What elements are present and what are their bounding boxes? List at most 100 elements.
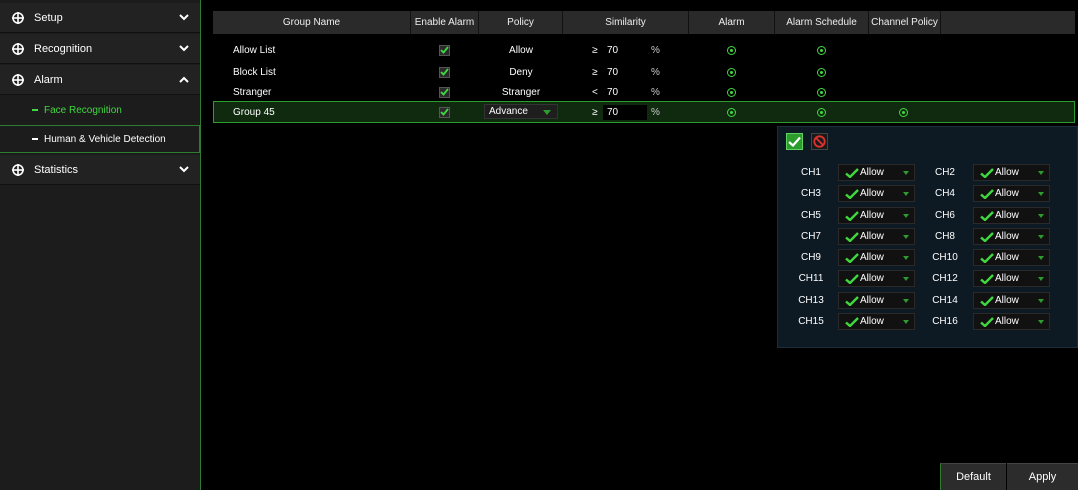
checkmark-icon xyxy=(980,167,994,178)
channel-label: CH3 xyxy=(800,188,821,199)
channel-policy-select[interactable]: Allow xyxy=(838,270,915,287)
channel-policy-select[interactable]: Allow xyxy=(973,249,1050,266)
alarm-settings-icon[interactable] xyxy=(727,67,736,77)
similarity-input[interactable]: 70 xyxy=(603,104,647,120)
column-header-group-name: Group Name xyxy=(213,11,411,34)
dropdown-arrow-icon xyxy=(1038,235,1044,239)
schedule-settings-icon[interactable] xyxy=(817,107,826,117)
channel-policy-value: Allow xyxy=(860,210,884,221)
dropdown-arrow-icon xyxy=(903,235,909,239)
dropdown-arrow-icon xyxy=(1038,192,1044,196)
similarity-operator: < xyxy=(592,86,598,98)
deny-all-button[interactable] xyxy=(811,133,828,150)
channel-policy-select[interactable]: Allow xyxy=(973,292,1050,309)
channel-policy-select[interactable]: Allow xyxy=(838,249,915,266)
table-row[interactable]: Stranger Stranger < 70 % xyxy=(213,82,1075,102)
group-name: Block List xyxy=(233,66,276,78)
alarm-settings-icon[interactable] xyxy=(727,87,736,97)
table-row-selected[interactable]: Group 45 Advance ≥ 70 % xyxy=(213,101,1075,123)
sidebar-item-setup[interactable]: Setup xyxy=(0,3,200,33)
table-header: Group Name Enable Alarm Policy Similarit… xyxy=(213,11,1075,34)
checkmark-icon xyxy=(980,188,994,199)
channel-policy-value: Allow xyxy=(995,273,1019,284)
channel-policy-select[interactable]: Allow xyxy=(973,207,1050,224)
enable-alarm-checkbox[interactable] xyxy=(439,66,450,78)
similarity-input[interactable]: 70 xyxy=(603,84,647,100)
chevron-down-icon xyxy=(178,165,190,175)
schedule-settings-icon[interactable] xyxy=(817,45,826,55)
channel-policy-value: Allow xyxy=(995,188,1019,199)
enable-alarm-checkbox[interactable] xyxy=(439,106,450,118)
group-name: Allow List xyxy=(233,44,276,56)
policy-select-value: Advance xyxy=(489,106,528,117)
channel-policy-settings-icon[interactable] xyxy=(899,107,908,117)
channel-policy-select[interactable]: Allow xyxy=(973,185,1050,202)
sidebar-item-alarm[interactable]: Alarm xyxy=(0,65,200,95)
dropdown-arrow-icon xyxy=(1038,277,1044,281)
sidebar-item-statistics[interactable]: Statistics xyxy=(0,155,200,185)
channel-policy-select[interactable]: Allow xyxy=(838,228,915,245)
sidebar-subitem-human-vehicle[interactable]: Human & Vehicle Detection xyxy=(0,125,200,153)
dropdown-arrow-icon xyxy=(903,192,909,196)
channel-policy-select[interactable]: Allow xyxy=(838,313,915,330)
group-name: Stranger xyxy=(233,86,272,98)
channel-policy-select[interactable]: Allow xyxy=(973,228,1050,245)
checkmark-icon xyxy=(440,46,449,54)
crosshair-icon xyxy=(12,42,24,55)
alarm-settings-icon[interactable] xyxy=(727,107,736,117)
enable-alarm-checkbox[interactable] xyxy=(439,44,450,56)
alarm-settings-icon[interactable] xyxy=(727,45,736,55)
dash-icon xyxy=(32,109,38,111)
channel-policy-value: Allow xyxy=(860,273,884,284)
schedule-cell xyxy=(817,82,826,102)
chevron-down-icon xyxy=(178,44,190,54)
dropdown-arrow-icon xyxy=(903,299,909,303)
channel-policy-value: Allow xyxy=(860,295,884,306)
alarm-cell xyxy=(727,82,736,102)
dropdown-arrow-icon xyxy=(903,277,909,281)
enable-alarm-cell xyxy=(439,40,450,60)
checkmark-icon xyxy=(980,316,994,327)
alarm-cell xyxy=(727,62,736,82)
schedule-settings-icon[interactable] xyxy=(817,67,826,77)
enable-alarm-cell xyxy=(439,102,450,122)
channel-label: CH12 xyxy=(932,273,958,284)
channel-policy-value: Allow xyxy=(860,316,884,327)
default-button[interactable]: Default xyxy=(940,463,1006,490)
policy-select[interactable]: Advance xyxy=(484,104,558,119)
similarity-input[interactable]: 70 xyxy=(603,64,647,80)
column-header-alarm: Alarm xyxy=(689,11,775,34)
checkmark-icon xyxy=(980,210,994,221)
checkmark-icon xyxy=(845,316,859,327)
sidebar-subitem-face-recognition[interactable]: Face Recognition xyxy=(0,96,200,124)
channel-policy-panel: CH1 CH3 CH5 CH7 CH9 CH11 CH13 CH15 CH2 C… xyxy=(777,126,1078,348)
channel-policy-value: Allow xyxy=(995,231,1019,242)
table-row[interactable]: Block List Deny ≥ 70 % xyxy=(213,62,1075,82)
channel-policy-select[interactable]: Allow xyxy=(838,292,915,309)
select-all-button[interactable] xyxy=(786,133,803,150)
sidebar-item-label: Setup xyxy=(34,11,63,24)
channel-label: CH6 xyxy=(934,210,955,221)
channel-policy-select[interactable]: Allow xyxy=(973,270,1050,287)
apply-button[interactable]: Apply xyxy=(1007,463,1078,490)
table-row[interactable]: Allow List Allow ≥ 70 % xyxy=(213,40,1075,60)
channel-policy-select[interactable]: Allow xyxy=(838,185,915,202)
channel-policy-select[interactable]: Allow xyxy=(838,207,915,224)
channel-policy-select[interactable]: Allow xyxy=(973,313,1050,330)
enable-alarm-cell xyxy=(439,62,450,82)
channel-label: CH16 xyxy=(932,316,958,327)
similarity-input[interactable]: 70 xyxy=(603,42,647,58)
policy-value: Allow xyxy=(509,44,533,56)
checkmark-icon xyxy=(845,210,859,221)
prohibit-icon xyxy=(813,135,826,148)
enable-alarm-checkbox[interactable] xyxy=(439,86,450,98)
percent-label: % xyxy=(651,66,660,78)
schedule-settings-icon[interactable] xyxy=(817,87,826,97)
channel-policy-select[interactable]: Allow xyxy=(973,164,1050,181)
dropdown-arrow-icon xyxy=(1038,214,1044,218)
channel-policy-select[interactable]: Allow xyxy=(838,164,915,181)
percent-label: % xyxy=(651,106,660,118)
column-header-channel-policy: Channel Policy xyxy=(869,11,941,34)
sidebar-item-recognition[interactable]: Recognition xyxy=(0,34,200,64)
dropdown-arrow-icon xyxy=(903,214,909,218)
